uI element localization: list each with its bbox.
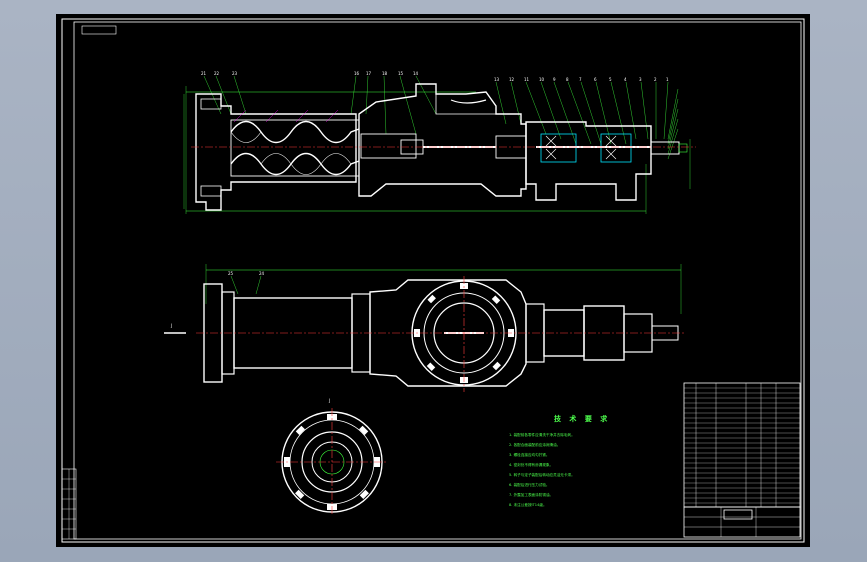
tech-req-7: 7. 外露加工表面涂防锈油。 [509,492,553,497]
svg-text:8: 8 [566,77,569,82]
tech-req-4: 4. 密封处不得有渗漏现象。 [509,462,553,467]
svg-text:1: 1 [666,77,669,82]
svg-text:12: 12 [509,77,515,82]
svg-text:7: 7 [579,77,582,82]
elevation-view: 25 24 J [164,264,686,392]
tech-req-1: 1. 装配前各零件应清洗干净并去除毛刺。 [509,432,575,437]
svg-text:23: 23 [232,71,238,76]
svg-text:6: 6 [594,77,597,82]
svg-text:10: 10 [539,77,545,82]
section-view: 21 22 23 16 17 18 15 14 13 12 11 10 9 8 7 6 5 4 3 2 1 [183,71,696,214]
svg-text:25: 25 [228,271,234,276]
svg-text:5: 5 [609,77,612,82]
tech-req-5: 5. 转子与定子装配后转动应灵活无卡滞。 [509,472,575,477]
tech-requirements-title: 技 术 要 求 [554,414,610,423]
svg-text:21: 21 [201,71,207,76]
tech-req-3: 3. 螺栓连接应均匀拧紧。 [509,452,550,457]
tech-req-2: 2. 各配合面装配前应涂润滑油。 [509,442,560,447]
tech-req-6: 6. 装配后进行压力试验。 [509,482,550,487]
section-mark-circle: J [328,398,330,403]
parts-list [683,382,801,508]
flange-view: J [276,398,388,516]
svg-text:15: 15 [398,71,404,76]
svg-text:17: 17 [366,71,372,76]
tech-req-8: 8. 未注公差按IT14级。 [509,502,547,507]
svg-text:2: 2 [654,77,657,82]
svg-text:18: 18 [382,71,388,76]
svg-text:24: 24 [259,271,265,276]
svg-text:13: 13 [494,77,500,82]
svg-text:3: 3 [639,77,642,82]
section-mark-left: J [170,323,172,328]
cad-drawing: 21 22 23 16 17 18 15 14 13 12 11 10 9 8 7 6 5 4 3 2 1 [61,18,805,543]
svg-text:16: 16 [354,71,360,76]
title-block [683,506,801,538]
stamp-box [81,25,117,35]
technical-requirements: 技 术 要 求 1. 装配前各零件应清洗干净并去除毛刺。 2. 各配合面装配前应… [509,414,610,507]
svg-text:22: 22 [214,71,220,76]
svg-text:11: 11 [524,77,530,82]
drawing-sheet: 21 22 23 16 17 18 15 14 13 12 11 10 9 8 7 6 5 4 3 2 1 [56,14,810,547]
svg-text:9: 9 [553,77,556,82]
svg-text:14: 14 [413,71,419,76]
svg-text:4: 4 [624,77,627,82]
